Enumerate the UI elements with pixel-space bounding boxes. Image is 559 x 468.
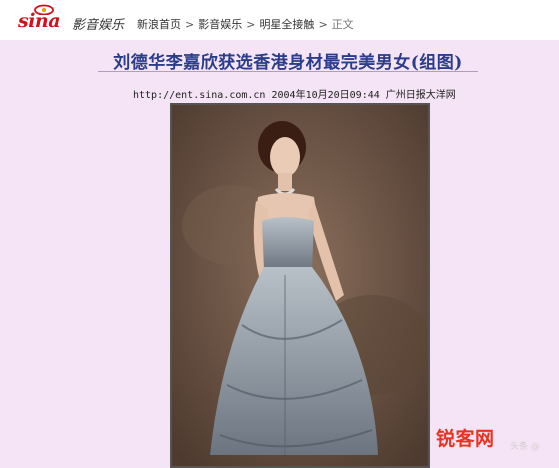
site-watermark: 锐客网 [436, 428, 495, 450]
breadcrumb-ent[interactable]: 影音娱乐 [198, 18, 242, 31]
watermark-sub: 头条 @ [510, 442, 540, 452]
breadcrumb-separator: > [185, 18, 195, 31]
breadcrumb-stars[interactable]: 明星全接触 [259, 18, 314, 31]
article-meta: http://ent.sina.com.cn 2004年10月20日09:44 … [133, 86, 456, 101]
breadcrumb-home[interactable]: 新浪首页 [137, 18, 181, 31]
channel-name: 影音娱乐 [72, 18, 125, 33]
article-photo [170, 103, 430, 468]
site-header: sina 影音娱乐 新浪首页 > 影音娱乐 > 明星全接触 > 正文 [0, 0, 559, 40]
title-bar: 刘德华李嘉欣获选香港身材最完美男女(组图) [98, 46, 478, 73]
breadcrumb-current: 正文 [331, 18, 354, 31]
article-url[interactable]: http://ent.sina.com.cn [133, 90, 265, 101]
breadcrumb: 新浪首页 > 影音娱乐 > 明星全接触 > 正文 [137, 16, 354, 32]
sina-logo[interactable]: sina [18, 10, 61, 32]
article-title: 刘德华李嘉欣获选香港身材最完美男女(组图) [113, 53, 463, 73]
breadcrumb-separator: > [246, 18, 256, 31]
article-datetime: 2004年10月20日09:44 [271, 90, 380, 101]
photo-illustration [172, 105, 428, 466]
article-source: 广州日报大洋网 [385, 90, 456, 101]
breadcrumb-separator: > [318, 18, 328, 31]
